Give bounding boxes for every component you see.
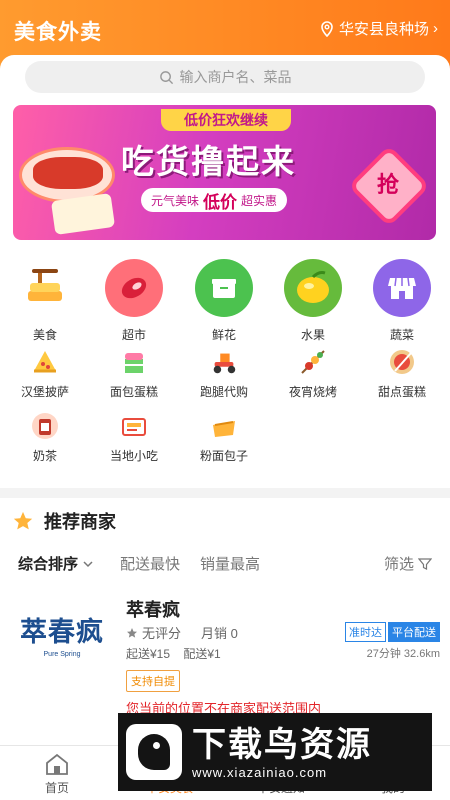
category-label: 超市 xyxy=(121,328,146,342)
section-divider xyxy=(0,488,450,498)
category-dessert[interactable]: 甜点蛋糕 xyxy=(365,347,439,400)
category-label: 鲜花 xyxy=(211,328,236,342)
merchant-card[interactable]: 萃春疯 Pure Spring 萃春疯 无评分 月销 0 准时达 平台配送 起送… xyxy=(12,592,442,716)
banner-headline: 吃货撸起来 xyxy=(121,143,296,180)
bird-shape xyxy=(138,734,170,770)
filter-button[interactable]: 筛选 xyxy=(384,553,432,574)
delivery-fee: 配送¥1 xyxy=(183,647,221,661)
watermark-text-block: 下载鸟资源 www.xiazainiao.com xyxy=(192,725,372,780)
category-fruit[interactable]: 水果 xyxy=(276,259,350,343)
filter-label: 筛选 xyxy=(383,556,414,573)
self-pickup-tag: 支持自提 xyxy=(126,670,180,692)
min-order: 起送¥15 xyxy=(126,647,171,661)
category-label: 蔬菜 xyxy=(389,328,414,342)
banner-tag: 低价狂欢继续 xyxy=(161,109,291,131)
location-pin-icon xyxy=(321,20,333,37)
category-label: 跑腿代购 xyxy=(199,385,248,399)
dessert-icon xyxy=(387,347,417,377)
category-errands[interactable]: 跑腿代购 xyxy=(187,347,261,400)
category-vegetables[interactable]: 蔬菜 xyxy=(365,259,439,343)
cake-slice-icon xyxy=(119,347,149,377)
lemon-icon xyxy=(284,259,342,317)
noodle-icon xyxy=(209,411,239,441)
merchant-distance: 27分钟 32.6km xyxy=(366,648,440,660)
food-bread-image xyxy=(50,192,116,236)
meat-icon xyxy=(105,259,163,317)
merchant-rating-row: 无评分 月销 0 xyxy=(126,623,238,642)
grab-text: 抢 xyxy=(376,172,399,197)
watermark-bird-logo xyxy=(126,724,182,780)
chevron-right-icon: › xyxy=(433,20,438,37)
watermark: 下载鸟资源 www.xiazainiao.com xyxy=(118,713,432,791)
merchant-rating: 无评分 xyxy=(142,626,182,641)
merchant-fees: 起送¥15 配送¥1 xyxy=(126,645,221,662)
category-bbq[interactable]: 夜宵烧烤 xyxy=(276,347,350,400)
search-icon xyxy=(159,70,173,84)
category-flowers[interactable]: 鲜花 xyxy=(187,259,261,343)
rating-star-icon xyxy=(127,627,137,638)
star-icon xyxy=(13,511,33,530)
category-label: 汉堡披萨 xyxy=(20,385,69,399)
category-noodle-bun[interactable]: 粉面包子 xyxy=(187,411,261,464)
watermark-title: 下载鸟资源 xyxy=(192,725,372,764)
location-selector[interactable]: 华安县良种场 › xyxy=(319,18,438,39)
chevron-down-icon xyxy=(83,560,93,567)
banner-sub-right: 超实惠 xyxy=(241,193,278,208)
category-label: 美食 xyxy=(32,328,57,342)
merchant-logo: 萃春疯 Pure Spring xyxy=(12,594,112,674)
sort-fastest[interactable]: 配送最快 xyxy=(120,553,180,574)
scooter-icon xyxy=(209,347,239,377)
category-label: 夜宵烧烤 xyxy=(288,385,337,399)
merchant-name: 萃春疯 xyxy=(126,600,180,620)
platform-delivery-badge: 平台配送 xyxy=(388,622,440,642)
promo-banner[interactable]: 低价狂欢继续 吃货撸起来 元气美味 低价 超实惠 抢 xyxy=(13,105,436,240)
home-icon xyxy=(46,753,68,775)
bird-eye xyxy=(153,742,160,749)
banner-sub-em: 低价 xyxy=(203,192,238,212)
recommend-title: 推荐商家 xyxy=(44,512,116,532)
merchant-sales: 月销 0 xyxy=(201,626,238,641)
banner-sub-left: 元气美味 xyxy=(151,193,200,208)
search-placeholder: 输入商户名、菜品 xyxy=(179,69,292,85)
category-label: 当地小吃 xyxy=(109,449,158,463)
category-food[interactable]: 美食 xyxy=(8,259,82,343)
banner-subline: 元气美味 低价 超实惠 xyxy=(141,188,288,212)
app-title: 美食外卖 xyxy=(14,21,102,44)
snack-icon xyxy=(119,411,149,441)
ontime-badge: 准时达 xyxy=(345,622,386,642)
category-label: 水果 xyxy=(300,328,325,342)
store-icon xyxy=(373,259,431,317)
category-label: 甜点蛋糕 xyxy=(377,385,426,399)
app-screen: 美食外卖 华安县良种场 › 输入商户名、菜品 低价狂欢继续 吃货撸起来 元气美味… xyxy=(0,0,450,800)
recommend-header: 推荐商家 xyxy=(12,508,116,534)
merchant-logo-text: 萃春疯 xyxy=(20,617,104,647)
cake-icon xyxy=(16,259,74,317)
sort-default[interactable]: 综合排序 xyxy=(18,553,78,574)
nav-home-label: 首页 xyxy=(44,781,69,795)
category-label: 奶茶 xyxy=(32,449,57,463)
merchant-logo-sub: Pure Spring xyxy=(43,651,81,658)
watermark-url: www.xiazainiao.com xyxy=(192,764,328,780)
category-bread-cake[interactable]: 面包蛋糕 xyxy=(97,347,171,400)
tea-icon xyxy=(30,411,60,441)
category-milk-tea[interactable]: 奶茶 xyxy=(8,411,82,464)
category-burger-pizza[interactable]: 汉堡披萨 xyxy=(8,347,82,400)
category-supermarket[interactable]: 超市 xyxy=(97,259,171,343)
merchant-badges: 准时达 平台配送 xyxy=(345,622,440,642)
food-meat-image xyxy=(33,157,103,189)
pizza-icon xyxy=(30,347,60,377)
search-input[interactable]: 输入商户名、菜品 xyxy=(25,61,425,93)
location-text: 华安县良种场 xyxy=(338,21,429,38)
nav-home[interactable]: 首页 xyxy=(12,752,102,796)
category-label: 粉面包子 xyxy=(199,449,248,463)
sort-bar: 综合排序 配送最快 销量最高 筛选 xyxy=(18,553,432,574)
sort-sales[interactable]: 销量最高 xyxy=(200,553,260,574)
category-label: 面包蛋糕 xyxy=(109,385,158,399)
category-local-snacks[interactable]: 当地小吃 xyxy=(97,411,171,464)
skewer-icon xyxy=(298,347,328,377)
box-icon xyxy=(195,259,253,317)
filter-icon xyxy=(418,557,432,570)
